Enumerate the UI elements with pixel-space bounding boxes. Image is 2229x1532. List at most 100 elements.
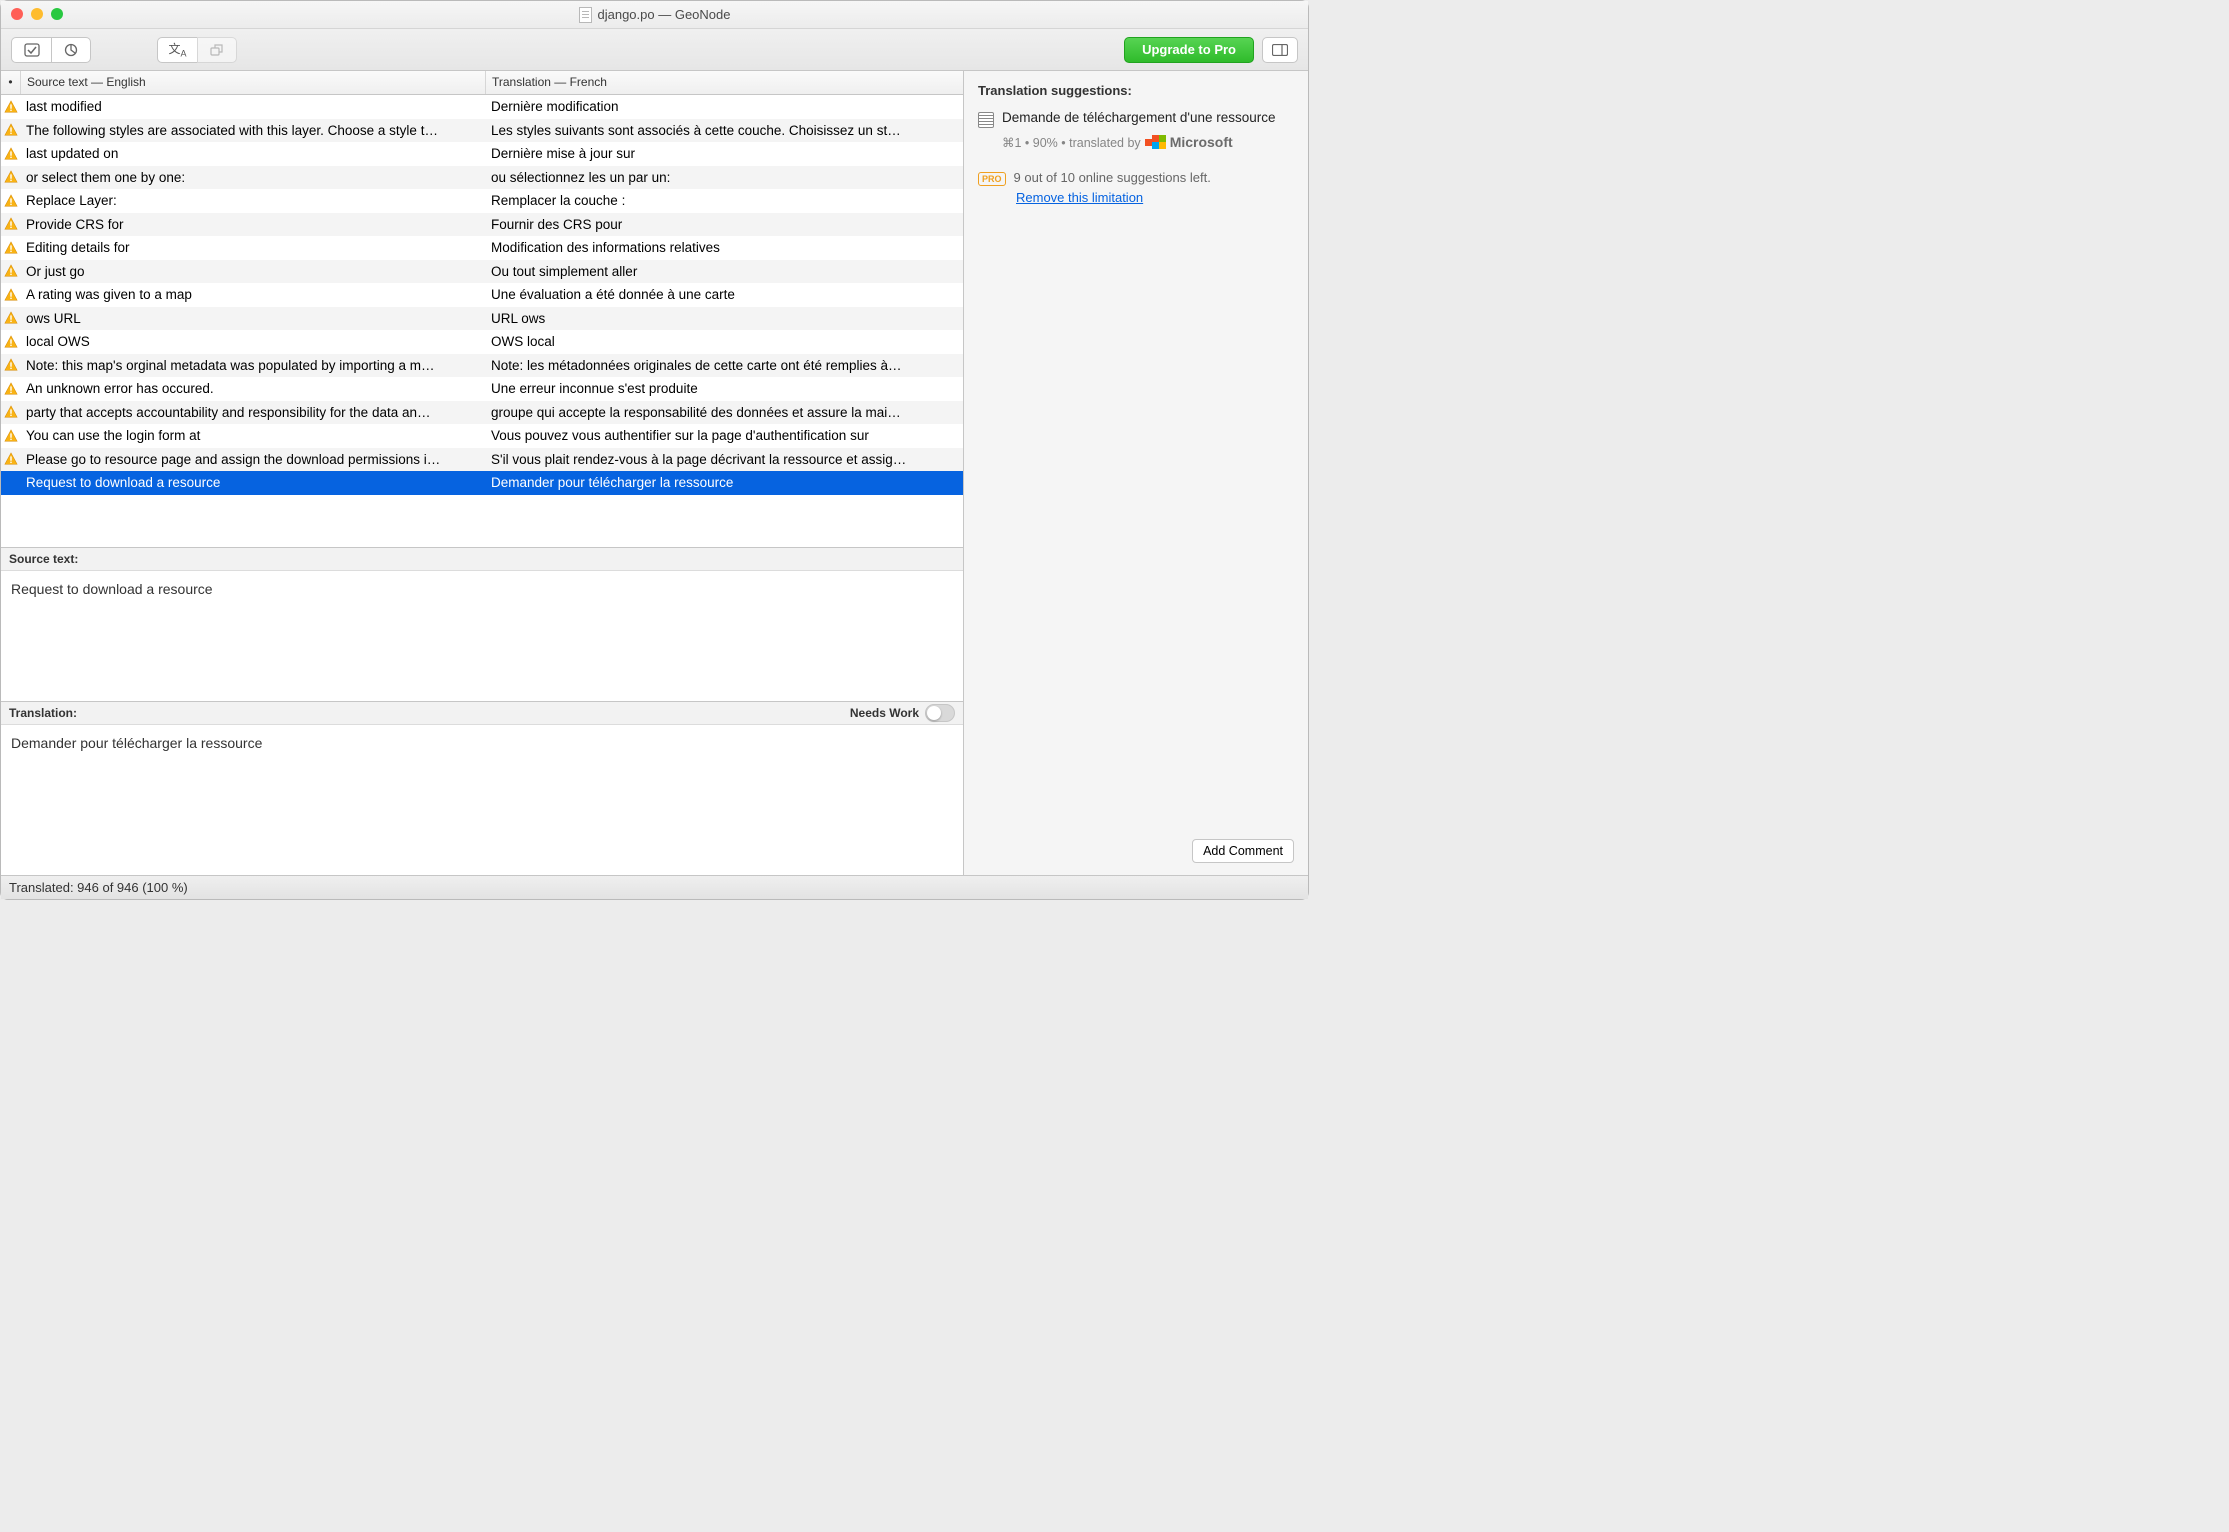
pro-row: PRO 9 out of 10 online suggestions left. [978,170,1294,186]
left-panel: • Source text — English Translation — Fr… [1,71,964,875]
row-status [1,311,21,325]
minimize-icon[interactable] [31,8,43,20]
row-source: A rating was given to a map [21,287,486,302]
row-translation: groupe qui accepte la responsabilité des… [486,405,963,420]
toolbar: 文A Upgrade to Pro [1,29,1308,71]
row-translation: S'il vous plait rendez-vous à la page dé… [486,452,963,467]
table-row[interactable]: Replace Layer:Remplacer la couche : [1,189,963,213]
row-translation: Modification des informations relatives [486,240,963,255]
row-source: party that accepts accountability and re… [21,405,486,420]
suggestion-item[interactable]: Demande de téléchargement d'une ressourc… [978,110,1294,128]
row-translation: Fournir des CRS pour [486,217,963,232]
right-panel: Translation suggestions: Demande de télé… [964,71,1308,875]
remove-limitation-link[interactable]: Remove this limitation [1016,190,1294,205]
row-status [1,429,21,443]
suggestion-meta: ⌘1 • 90% • translated by Microsoft [1002,134,1294,150]
status-bar: Translated: 946 of 946 (100 %) [1,875,1308,899]
row-translation: URL ows [486,311,963,326]
table-row[interactable]: A rating was given to a mapUne évaluatio… [1,283,963,307]
row-status [1,217,21,231]
maximize-icon[interactable] [51,8,63,20]
table-row[interactable]: local OWSOWS local [1,330,963,354]
row-status [1,452,21,466]
table-row[interactable]: Or just goOu tout simplement aller [1,260,963,284]
toggle-icon[interactable] [925,704,955,722]
table-row[interactable]: Note: this map's orginal metadata was po… [1,354,963,378]
row-source: The following styles are associated with… [21,123,486,138]
row-source: An unknown error has occured. [21,381,486,396]
table-row[interactable]: Provide CRS forFournir des CRS pour [1,213,963,237]
needs-work-toggle[interactable]: Needs Work [850,704,955,722]
pretranslate-button[interactable] [197,37,237,63]
row-source: last updated on [21,146,486,161]
table-row[interactable]: The following styles are associated with… [1,119,963,143]
add-comment-button[interactable]: Add Comment [1192,839,1294,863]
row-translation: Demander pour télécharger la ressource [486,475,963,490]
row-translation: OWS local [486,334,963,349]
row-status [1,170,21,184]
row-status [1,147,21,161]
provider-name: Microsoft [1170,134,1233,150]
table-body[interactable]: last modifiedDernière modificationThe fo… [1,95,963,547]
row-source: Or just go [21,264,486,279]
window-title: django.po — GeoNode [579,7,731,23]
row-translation: ou sélectionnez les un par un: [486,170,963,185]
row-source: Provide CRS for [21,217,486,232]
row-status [1,264,21,278]
row-source: last modified [21,99,486,114]
col-translation[interactable]: Translation — French [486,71,963,94]
table-row[interactable]: You can use the login form atVous pouvez… [1,424,963,448]
translation-input[interactable]: Demander pour télécharger la ressource [1,725,963,875]
row-status [1,358,21,372]
main: • Source text — English Translation — Fr… [1,71,1308,875]
row-status [1,405,21,419]
close-icon[interactable] [11,8,23,20]
pro-badge: PRO [978,172,1006,186]
table-row[interactable]: last updated onDernière mise à jour sur [1,142,963,166]
row-translation: Dernière modification [486,99,963,114]
table-row[interactable]: Editing details forModification des info… [1,236,963,260]
table-header: • Source text — English Translation — Fr… [1,71,963,95]
table-row[interactable]: Request to download a resourceDemander p… [1,471,963,495]
row-status [1,288,21,302]
statistics-button[interactable] [51,37,91,63]
row-status [1,241,21,255]
table-row[interactable]: ows URLURL ows [1,307,963,331]
row-status [1,100,21,114]
table-row[interactable]: last modifiedDernière modification [1,95,963,119]
status-text: Translated: 946 of 946 (100 %) [9,880,188,895]
col-source[interactable]: Source text — English [21,71,486,94]
row-source: Editing details for [21,240,486,255]
row-translation: Une évaluation a été donnée à une carte [486,287,963,302]
translate-button[interactable]: 文A [157,37,197,63]
suggestions-heading: Translation suggestions: [978,83,1294,98]
col-status[interactable]: • [1,71,21,94]
row-source: or select them one by one: [21,170,486,185]
row-translation: Les styles suivants sont associés à cett… [486,123,963,138]
row-translation: Remplacer la couche : [486,193,963,208]
row-translation: Note: les métadonnées originales de cett… [486,358,963,373]
table-row[interactable]: Please go to resource page and assign th… [1,448,963,472]
source-label: Source text: [1,547,963,571]
upgrade-button[interactable]: Upgrade to Pro [1124,37,1254,63]
validate-button[interactable] [11,37,51,63]
suggestion-icon [978,112,994,128]
editor-area: Source text: Request to download a resou… [1,547,963,875]
row-source: local OWS [21,334,486,349]
row-translation: Vous pouvez vous authentifier sur la pag… [486,428,963,443]
table-row[interactable]: or select them one by one:ou sélectionne… [1,166,963,190]
sidebar-toggle-button[interactable] [1262,37,1298,63]
document-icon [579,7,592,23]
row-source: You can use the login form at [21,428,486,443]
row-status [1,382,21,396]
table-row[interactable]: party that accepts accountability and re… [1,401,963,425]
window-controls [11,8,63,20]
row-translation: Une erreur inconnue s'est produite [486,381,963,396]
table-row[interactable]: An unknown error has occured.Une erreur … [1,377,963,401]
suggestion-text: Demande de téléchargement d'une ressourc… [1002,110,1276,128]
window-title-text: django.po — GeoNode [598,7,731,22]
row-source: Note: this map's orginal metadata was po… [21,358,486,373]
pro-text: 9 out of 10 online suggestions left. [1014,170,1211,185]
row-translation: Dernière mise à jour sur [486,146,963,161]
row-status [1,123,21,137]
